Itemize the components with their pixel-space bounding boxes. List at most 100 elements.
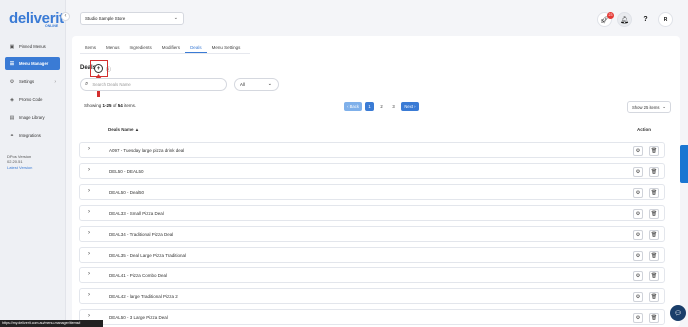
link-icon: ⚭ [9,132,15,139]
expand-chevron-icon[interactable]: › [88,313,90,319]
column-header-action: Action [637,127,651,132]
deal-name: DEL50 - DEAL50 [109,168,144,174]
sidebar-item-menu-manager[interactable]: ☰ Menu Manager [5,57,60,70]
page-button-2[interactable]: 2 [377,102,386,111]
table-row[interactable]: › DEAL35 - Deal Large Pizza Traditional ⚙ 🗑… [79,246,665,263]
delete-button[interactable]: 🗑︎ [649,250,659,261]
sidebar-item-promo-code[interactable]: ◈ Promo Code [5,93,60,106]
page-button-1[interactable]: 1 [365,102,374,111]
page-next-button[interactable]: Next › [401,102,419,111]
expand-chevron-icon[interactable]: › [88,271,90,277]
chat-button[interactable]: 💬︎ [670,305,686,321]
expand-chevron-icon[interactable]: › [88,292,90,298]
sidebar-item-image-library[interactable]: ▤ Image Library [5,111,60,124]
gear-icon: ⚙ [635,294,641,301]
deal-name: DEAL50 - 3 Large Pizza Deal [109,315,168,321]
trash-icon: 🗑︎ [650,210,658,217]
delete-button[interactable]: 🗑︎ [649,292,659,303]
gear-icon: ⚙ [635,315,641,322]
gear-icon: ⚙ [635,189,641,196]
settings-button[interactable]: ⚙ [633,146,643,156]
menu-icon: ☰ [9,60,15,67]
search-icon: ⌕ [85,81,89,87]
tab-menus[interactable]: Menus [101,43,125,53]
settings-button[interactable]: ⚙ [633,292,643,303]
tab-items[interactable]: Items [80,43,101,53]
page-back-button[interactable]: ‹ Back [344,102,362,111]
expand-chevron-icon[interactable]: › [88,146,90,152]
help-icon[interactable]: ? [638,12,653,27]
pin-icon: ▣ [9,43,15,50]
column-header-deals-name[interactable]: Deals Name ▲ [108,127,139,132]
settings-button[interactable]: ⚙ [633,313,643,324]
page-size-select[interactable]: Show 25 items ⌄ [627,101,671,113]
search-placeholder: Search Deals Name [92,82,131,87]
filter-select[interactable]: All ⌄ [234,78,279,91]
notification-badge: 23 [607,12,614,19]
expand-chevron-icon[interactable]: › [88,209,90,215]
settings-button[interactable]: ⚙ [633,271,643,282]
sidebar: deliverit ONLINE ▣ Pinned Menus ☰ Menu M… [0,0,66,327]
delete-button[interactable]: 🗑︎ [649,166,659,177]
gear-icon: ⚙ [635,148,641,154]
settings-button[interactable]: ⚙ [633,229,643,240]
expand-chevron-icon[interactable]: › [88,167,90,173]
table-row[interactable]: › A097 - Tuesday large pizza drink deal ⚙ 🗑… [79,142,665,158]
avatar[interactable]: R [658,12,673,27]
tab-menu-settings[interactable]: Menu Settings [207,43,246,53]
chevron-down-icon: ⌄ [662,104,666,109]
deal-name: DEAL34 - Traditional Pizza Deal [109,231,174,237]
page-button-3[interactable]: 3 [389,102,398,111]
latest-version-link[interactable]: Latest Version [7,165,32,170]
settings-button[interactable]: ⚙ [633,250,643,261]
settings-button[interactable]: ⚙ [633,166,643,177]
sidebar-item-settings[interactable]: ⚙ Settings › [5,75,60,88]
table-row[interactable]: › DEAL42 - large Traditional Pizza 2 ⚙ 🗑︎ [79,288,665,305]
table-row[interactable]: › DEL50 - DEAL50 ⚙ 🗑︎ [79,162,665,179]
chevron-right-icon: › [54,78,56,85]
delete-button[interactable]: 🗑︎ [649,229,659,240]
delete-button[interactable]: 🗑︎ [649,146,659,156]
table-row[interactable]: › DEAL41 - Pizza Combo Deal ⚙ 🗑︎ [79,267,665,284]
delete-button[interactable]: 🗑︎ [649,187,659,198]
status-bar-url: https://my.deliverit.com.au/menu-manager… [0,320,103,327]
sidebar-item-label: Promo Code [19,97,43,102]
settings-button[interactable]: ⚙ [633,208,643,219]
deal-name: DEAL41 - Pizza Combo Deal [109,273,168,279]
sidebar-item-integrations[interactable]: ⚭ Integrations [5,129,60,142]
delete-button[interactable]: 🗑︎ [649,313,659,324]
page-size-value: Show 25 items [632,104,660,110]
settings-button[interactable]: ⚙ [633,187,643,198]
tab-deals[interactable]: Deals [185,43,207,53]
pagination: ‹ Back 1 2 3 Next › [344,102,419,111]
chat-icon: 💬︎ [674,310,682,317]
sidebar-collapse-button[interactable]: ‹ [61,12,70,21]
filter-value: All [240,82,245,87]
trash-icon: 🗑︎ [650,189,658,196]
expand-chevron-icon[interactable]: › [88,188,90,194]
gear-icon: ⚙ [635,252,641,259]
app-logo-sub: ONLINE [45,24,59,28]
bell-icon[interactable]: 🔔︎ [617,12,632,27]
gear-icon: ⚙ [635,231,641,238]
delete-button[interactable]: 🗑︎ [649,208,659,219]
expand-chevron-icon[interactable]: › [88,251,90,257]
tab-ingredients[interactable]: Ingredients [125,43,157,53]
table-row[interactable]: › DEAL34 - Traditional Pizza Deal ⚙ 🗑︎ [79,225,665,242]
tab-modifiers[interactable]: Modifiers [157,43,185,53]
deal-name: DEAL33 - Small Pizza Deal [109,210,164,216]
sidebar-item-label: Integrations [19,133,41,138]
feedback-tab[interactable] [680,145,688,183]
expand-chevron-icon[interactable]: › [88,230,90,236]
deal-name: A097 - Tuesday large pizza drink deal [109,148,185,153]
table-row[interactable]: › DEAL50 - 3 Large Pizza Deal ⚙ 🗑︎ [79,309,665,326]
table-row[interactable]: › DEAL50 - Deal50 ⚙ 🗑︎ [79,183,665,200]
trash-icon: 🗑︎ [650,231,658,238]
sidebar-item-label: Settings [19,79,35,84]
table-row[interactable]: › DEAL33 - Small Pizza Deal ⚙ 🗑︎ [79,204,665,221]
delete-button[interactable]: 🗑︎ [649,271,659,282]
sidebar-item-pinned-menus[interactable]: ▣ Pinned Menus [5,40,60,53]
chevron-down-icon: ⌄ [267,81,272,87]
search-input[interactable]: ⌕ Search Deals Name [80,78,227,91]
store-select[interactable]: Studio Sample Store ⌄ [80,12,184,25]
